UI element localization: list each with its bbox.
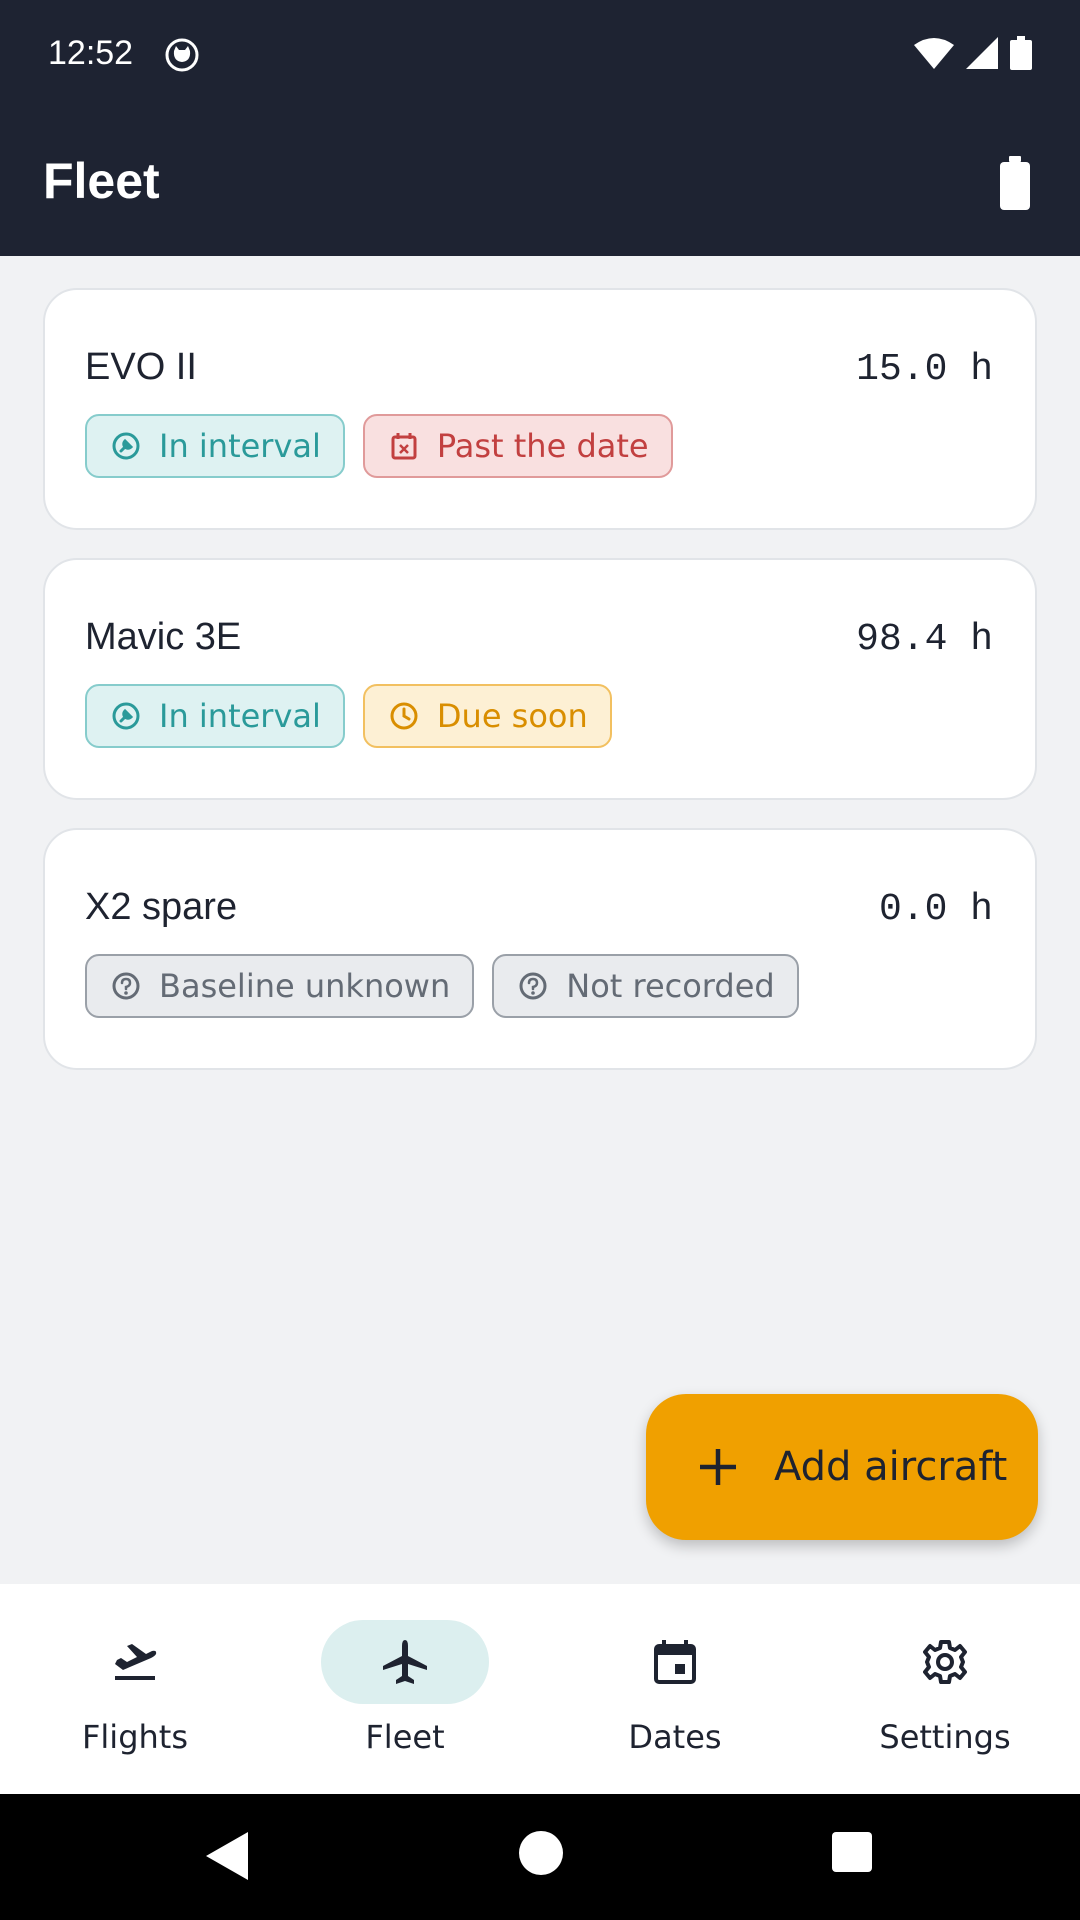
nav-label: Flights (82, 1718, 188, 1756)
nav-item-dates[interactable]: Dates (540, 1584, 810, 1794)
airplane-icon (383, 1640, 427, 1684)
status-chip: Baseline unknown (85, 954, 475, 1018)
signal-icon (966, 37, 998, 69)
add-aircraft-label: Add aircraft (774, 1444, 1008, 1490)
status-bar: 12:52 (0, 0, 1080, 108)
nav-item-fleet[interactable]: Fleet (270, 1584, 540, 1794)
chip-label: Due soon (436, 697, 588, 735)
add-aircraft-button[interactable]: Add aircraft (646, 1394, 1038, 1540)
aircraft-name: EVO II (85, 346, 197, 388)
nav-label: Fleet (365, 1718, 445, 1756)
status-chip: Past the date (362, 414, 673, 478)
aircraft-hours: 98.4 h (856, 618, 993, 661)
aircraft-name: Mavic 3E (85, 616, 242, 658)
status-chip: Due soon (362, 684, 612, 748)
chip-label: In interval (159, 427, 321, 465)
wrench-icon (112, 432, 140, 460)
status-chip: In interval (85, 684, 345, 748)
nav-label: Settings (879, 1718, 1011, 1756)
page-title: Fleet (43, 153, 160, 209)
help-icon (112, 972, 140, 1000)
gear-icon (923, 1640, 967, 1684)
battery-action-icon[interactable] (1000, 156, 1030, 210)
aircraft-list: EVO II 15.0 h In interval Past the date … (43, 288, 1037, 1098)
status-chip: Not recorded (492, 954, 799, 1018)
bottom-navigation: Flights Fleet Dates Settings (0, 1584, 1080, 1794)
nav-item-settings[interactable]: Settings (810, 1584, 1080, 1794)
recents-icon[interactable] (832, 1832, 872, 1872)
cat-notification-icon (165, 38, 199, 72)
status-time: 12:52 (48, 34, 134, 72)
aircraft-hours: 0.0 h (878, 888, 993, 931)
aircraft-name: X2 spare (85, 886, 238, 928)
status-chip: In interval (85, 414, 345, 478)
chip-label: Past the date (436, 427, 649, 465)
chip-label: In interval (159, 697, 321, 735)
nav-item-flights[interactable]: Flights (0, 1584, 270, 1794)
chip-label: Baseline unknown (159, 967, 451, 1005)
back-icon[interactable] (204, 1830, 256, 1882)
chip-label: Not recorded (566, 967, 775, 1005)
wifi-icon (914, 38, 954, 69)
nav-label: Dates (628, 1718, 722, 1756)
clock-icon (390, 702, 418, 730)
aircraft-card[interactable]: X2 spare 0.0 h Baseline unknown Not reco… (43, 828, 1037, 1070)
aircraft-card[interactable]: Mavic 3E 98.4 h In interval Due soon (43, 558, 1037, 800)
calendar-icon (654, 1640, 696, 1684)
aircraft-hours: 15.0 h (856, 348, 993, 391)
battery-icon (1010, 36, 1032, 70)
aircraft-card[interactable]: EVO II 15.0 h In interval Past the date (43, 288, 1037, 530)
flight-takeoff-icon (115, 1644, 157, 1680)
app-bar: Fleet (0, 108, 1080, 256)
calendar-x-icon (391, 433, 417, 460)
home-icon[interactable] (518, 1830, 564, 1876)
help-icon (519, 972, 547, 1000)
wrench-icon (112, 702, 140, 730)
plus-icon (700, 1449, 736, 1485)
system-navigation-bar (0, 1794, 1080, 1920)
